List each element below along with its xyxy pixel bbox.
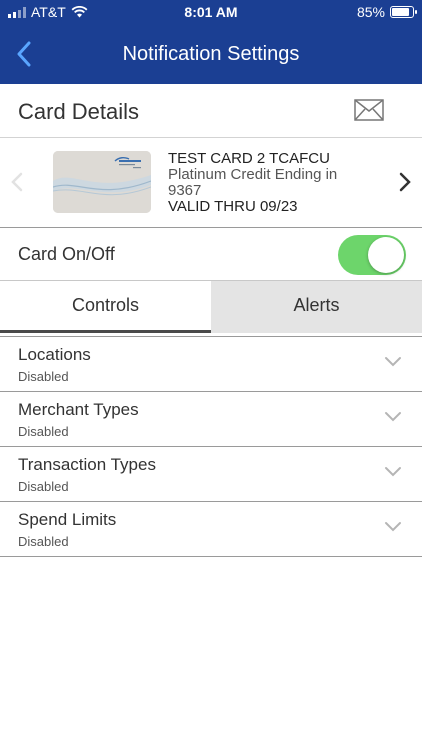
status-right: 85% <box>356 4 417 20</box>
card-last4: 9367 <box>168 182 202 199</box>
tab-bar: Controls Alerts <box>0 281 422 333</box>
chevron-down-icon <box>385 467 401 477</box>
chevron-left-icon <box>11 172 23 192</box>
card-info: TEST CARD 2 TCAFCU Platinum Credit Endin… <box>168 151 388 215</box>
list-item-status: Disabled <box>18 369 69 384</box>
list-item-status: Disabled <box>18 534 69 549</box>
toggle-knob <box>368 237 404 273</box>
page-title: Notification Settings <box>122 43 300 65</box>
previous-card-button[interactable] <box>6 167 28 197</box>
battery-fill <box>392 8 409 16</box>
card-valid-thru: VALID THRU 09/23 <box>168 198 298 215</box>
list-item-status: Disabled <box>18 479 69 494</box>
list-item-spend-limits[interactable]: Spend Limits Disabled <box>0 502 422 557</box>
nav-bar: Notification Settings <box>0 26 422 84</box>
list-item-title: Merchant Types <box>18 400 139 419</box>
list-item-status: Disabled <box>18 424 69 439</box>
chevron-down-icon <box>385 357 401 367</box>
card-type: Platinum Credit Ending in <box>168 166 338 183</box>
list-item-transaction-types[interactable]: Transaction Types Disabled <box>0 447 422 502</box>
card-on-off-toggle[interactable] <box>338 235 406 275</box>
list-item-title: Spend Limits <box>18 510 117 529</box>
controls-list: Locations Disabled Merchant Types Disabl… <box>0 336 422 557</box>
card-image <box>53 151 151 213</box>
mail-button[interactable] <box>354 99 384 121</box>
card-name: TEST CARD 2 TCAFCU <box>168 150 330 167</box>
tab-controls[interactable]: Controls <box>0 281 211 333</box>
card-details-header: Card Details <box>0 84 422 138</box>
status-bar: AT&T 8:01 AM 85% <box>0 0 422 26</box>
chevron-down-icon <box>385 522 401 532</box>
list-item-title: Locations <box>18 345 91 364</box>
next-card-button[interactable] <box>394 167 416 197</box>
list-item-title: Transaction Types <box>18 455 156 474</box>
battery-icon <box>390 6 417 18</box>
list-item-merchant-types[interactable]: Merchant Types Disabled <box>0 392 422 447</box>
card-artwork <box>53 151 151 213</box>
battery-percent: 85% <box>356 4 385 20</box>
tab-alerts[interactable]: Alerts <box>211 281 422 333</box>
card-toggle-label: Card On/Off <box>18 244 115 264</box>
chevron-right-icon <box>399 172 411 192</box>
card-toggle-row: Card On/Off <box>0 229 422 281</box>
card-carousel: TEST CARD 2 TCAFCU Platinum Credit Endin… <box>0 138 422 228</box>
list-item-locations[interactable]: Locations Disabled <box>0 337 422 392</box>
envelope-icon <box>354 99 384 121</box>
card-details-heading: Card Details <box>18 99 140 124</box>
chevron-down-icon <box>385 412 401 422</box>
